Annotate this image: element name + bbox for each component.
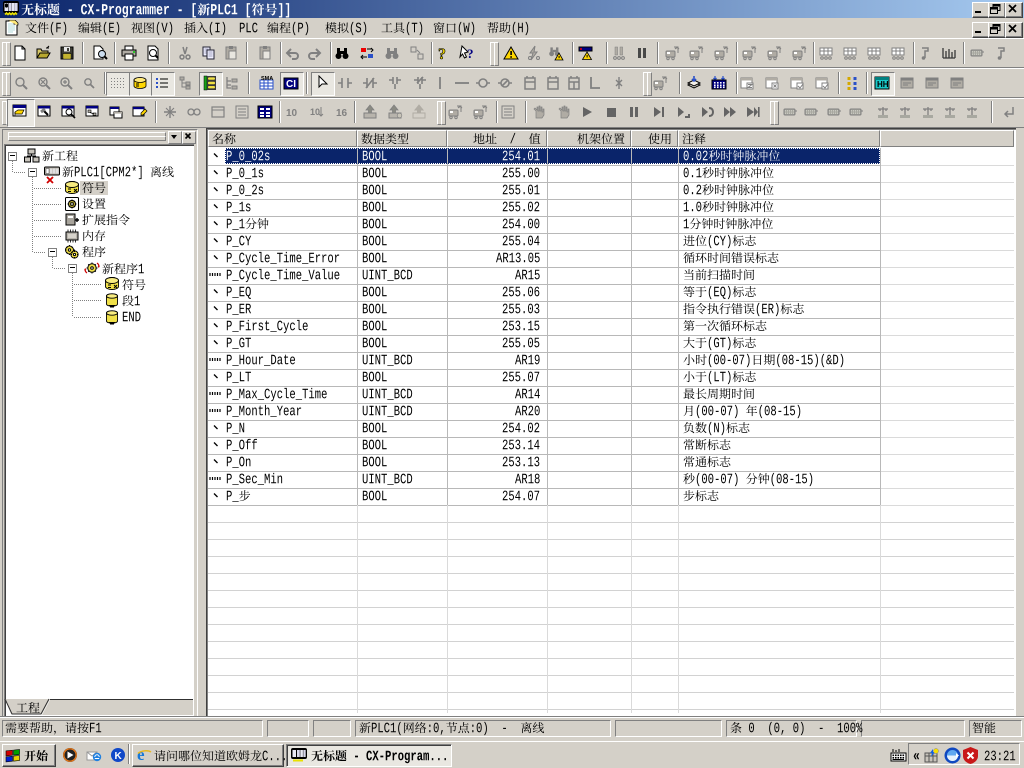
svg-text:SMA: SMA (261, 76, 273, 82)
svg-text:K: K (115, 751, 123, 762)
svg-text:16: 16 (336, 108, 348, 119)
svg-text:HH: HH (877, 80, 889, 89)
svg-text:?: ? (438, 46, 446, 61)
svg-text:10: 10 (286, 108, 298, 119)
svg-text:CI: CI (286, 79, 296, 90)
svg-text:?: ? (467, 46, 474, 61)
svg-text:10: 10 (310, 107, 320, 117)
svg-text:e: e (137, 746, 145, 763)
